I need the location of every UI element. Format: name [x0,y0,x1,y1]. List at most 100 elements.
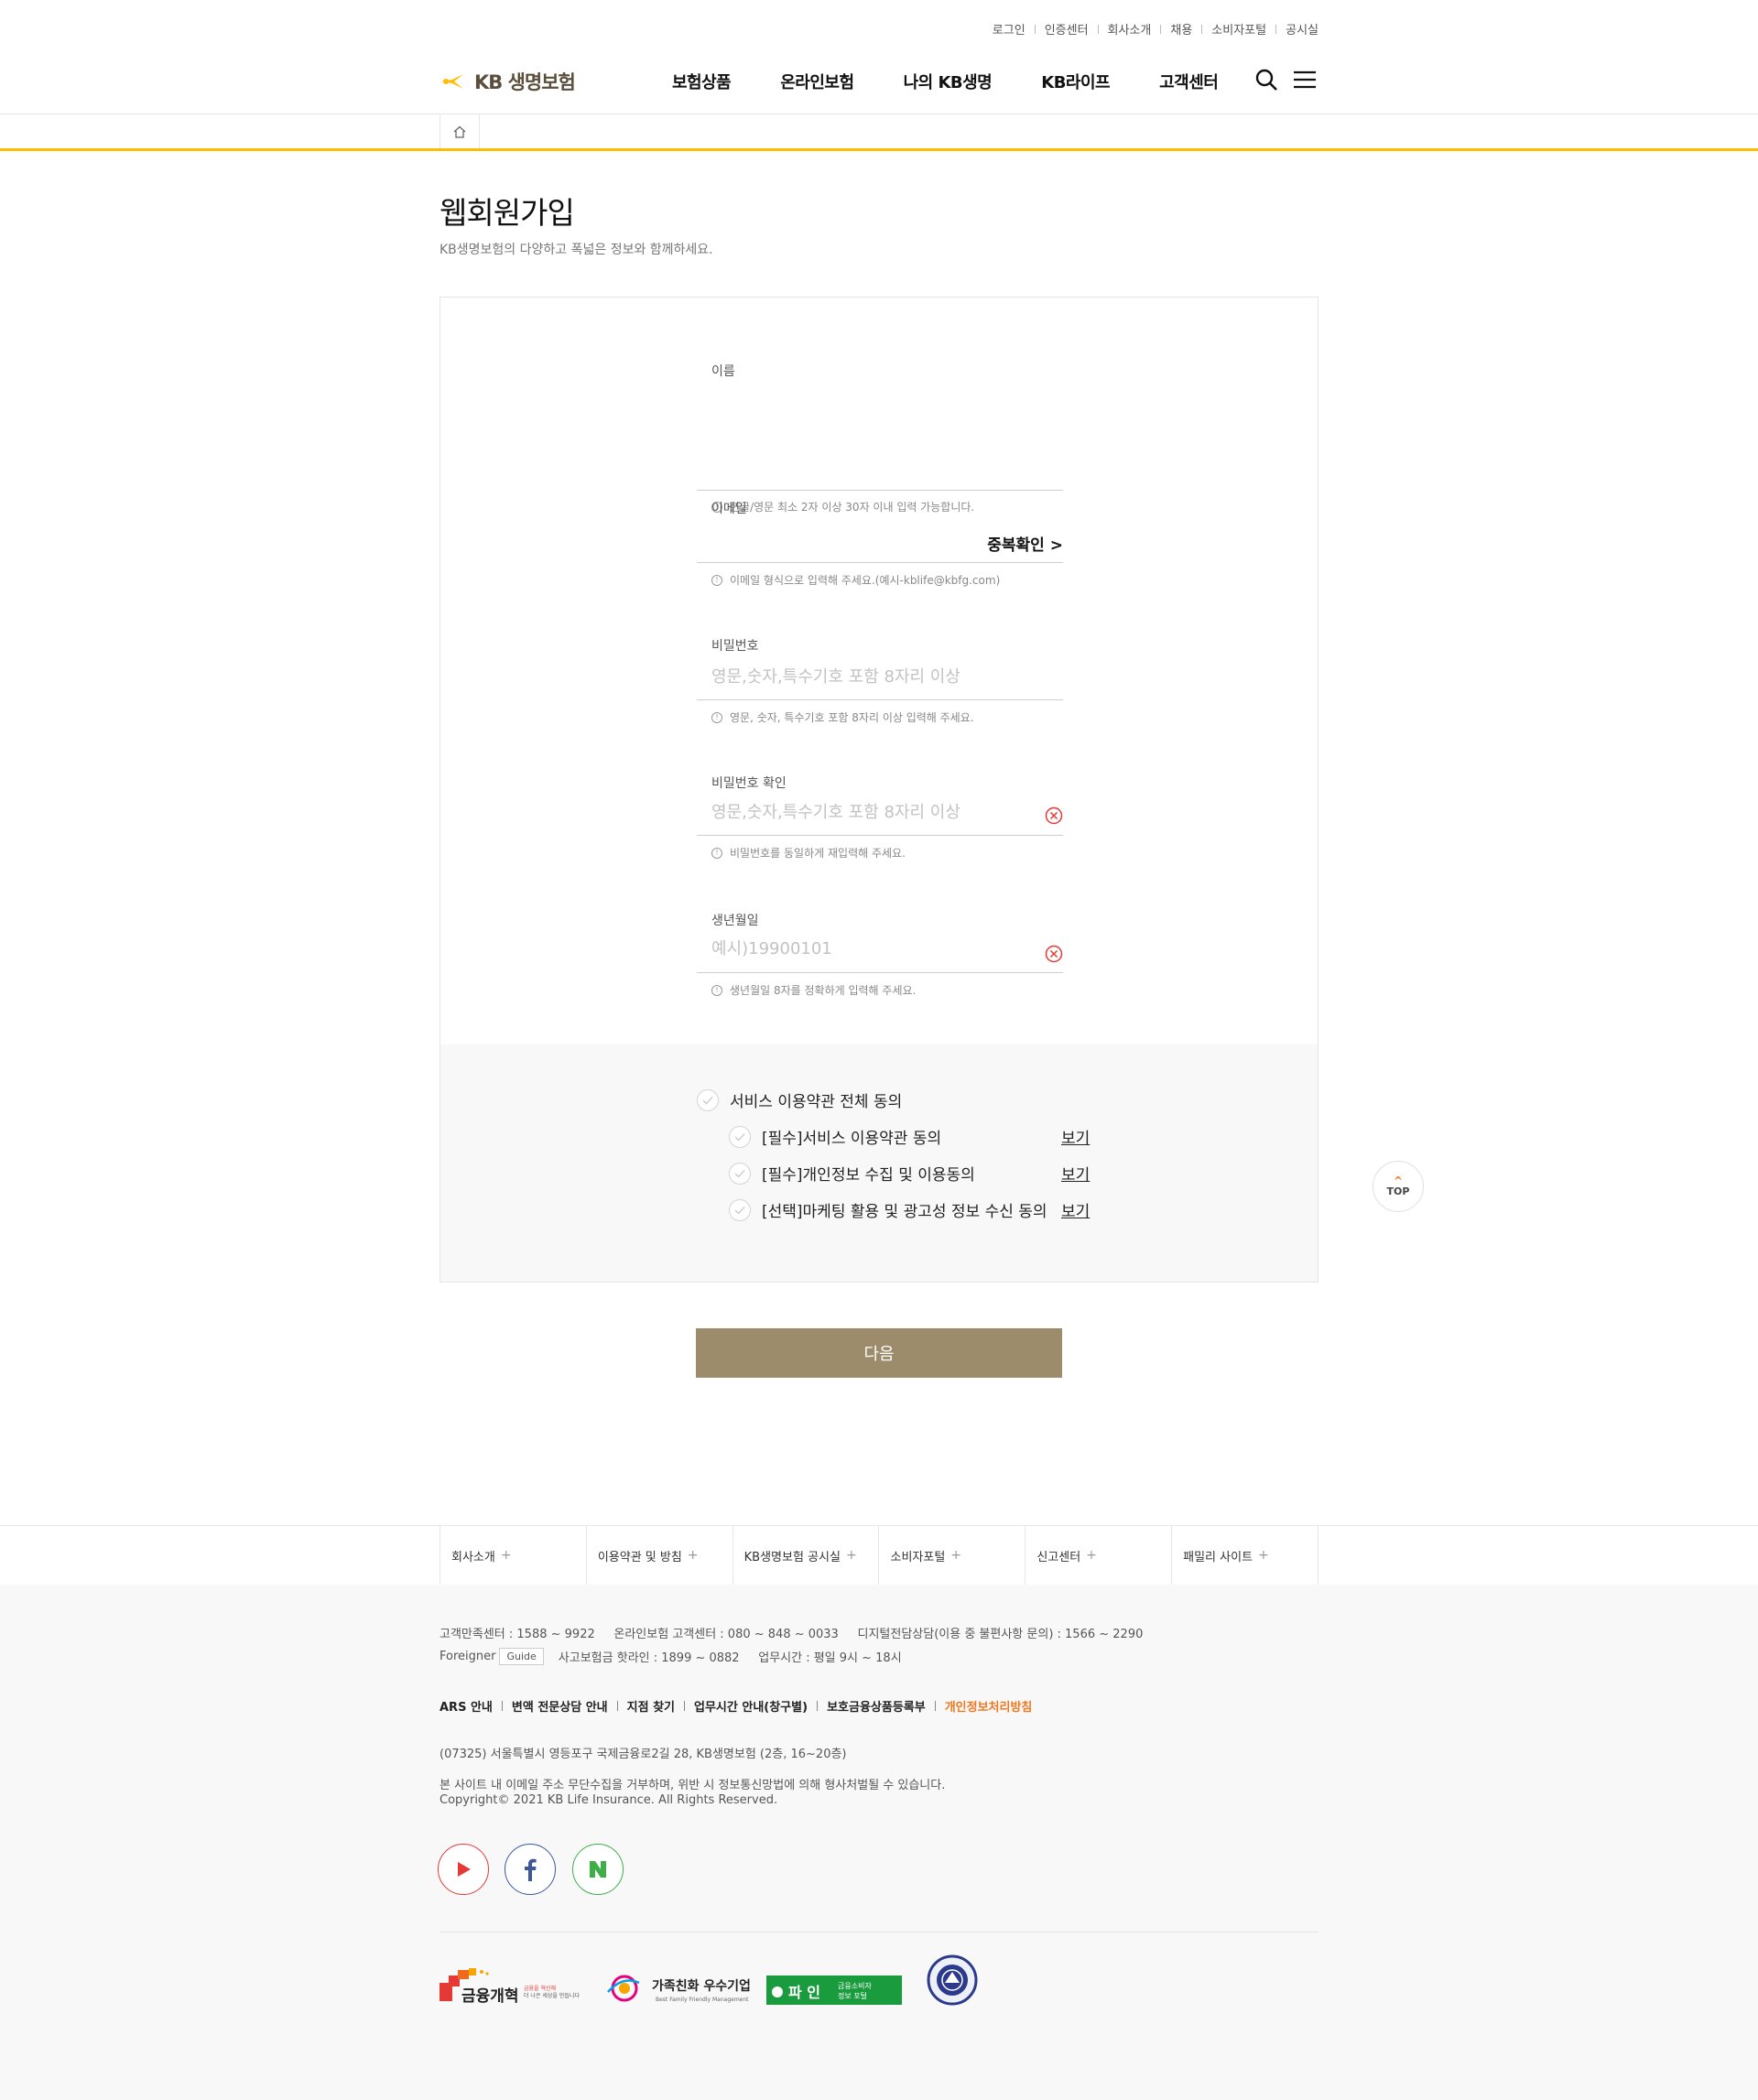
plus-icon: + [950,1548,962,1563]
nav-online-insurance[interactable]: 온라인보험 [780,70,854,93]
footer-hotline: 사고보험금 핫라인 : 1899 ~ 0882 업무시간 : 평일 9시 ~ 1… [558,1651,902,1665]
svg-text:Best Family Friendly Managemen: Best Family Friendly Management [656,1997,749,2003]
naver-icon[interactable] [572,1844,624,1895]
password-hint: ! 영문, 숫자, 특수기호 포함 8자리 이상 입력해 주세요. [711,709,974,725]
main-nav: 보험상품 온라인보험 나의 KB생명 KB라이프 고객센터 [672,70,1219,93]
footer-nav-terms[interactable]: 이용약관 및 방침 + [587,1526,733,1585]
kb-logo[interactable]: KB 생명보험 [440,68,576,95]
footer-nav-company[interactable]: 회사소개 + [440,1526,587,1585]
birth-underline [697,972,1063,973]
footer-nav: 회사소개 + 이용약관 및 방침 + KB생명보험 공시실 + 소비자포털 + 신고센터… [0,1525,1758,1585]
nav-insurance-products[interactable]: 보험상품 [672,70,732,93]
svg-text:금융을 혁신해: 금융을 혁신해 [524,1985,556,1992]
email-input[interactable] [697,523,971,557]
name-input[interactable] [697,385,1063,420]
check-icon[interactable] [729,1125,751,1148]
footer-link-protected[interactable]: 보호금융상품등록부 [827,1697,926,1715]
chevron-up-icon: ^ [1393,1174,1404,1187]
divider [1201,24,1203,34]
youtube-icon[interactable] [438,1844,489,1895]
email-field: 이메일 중복확인 > ! 이메일 형식으로 입력해 주세요.(예시-kblife@… [697,499,1063,609]
birth-input[interactable]: 예시)19900101 [711,936,832,959]
birth-hint: ! 생년월일 8자를 정확하게 입력해 주세요. [711,982,916,998]
svg-text:더 나은 세상을 만듭니다: 더 나은 세상을 만듭니다 [524,1992,580,1999]
logo-text: KB 생명보험 [474,71,576,93]
svg-text:금융소비자: 금융소비자 [838,1982,872,1990]
password-confirm-label: 비밀번호 확인 [711,776,787,791]
agree-item-marketing[interactable]: [선택]마케팅 활용 및 광고성 정보 수신 동의 보기 [729,1198,1090,1221]
util-consumer[interactable]: 소비자포털 [1211,20,1266,38]
util-login[interactable]: 로그인 [993,20,1026,38]
email-hint: ! 이메일 형식으로 입력해 주세요.(예시-kblife@kbfg.com) [711,572,1000,588]
email-label: 이메일 [711,502,747,516]
info-icon: ! [711,574,722,586]
footer-link-ars[interactable]: ARS 안내 [440,1697,493,1715]
password-confirm-input[interactable]: 영문,숫자,특수기호 포함 8자리 이상 [711,799,960,823]
divider [1034,24,1036,34]
svg-text:정보 포털: 정보 포털 [838,1991,867,2000]
clear-error-icon[interactable] [1045,945,1063,963]
facebook-icon[interactable] [505,1844,556,1895]
duplicate-check-button[interactable]: 중복확인 > [987,532,1063,555]
password-label: 비밀번호 [711,639,759,654]
plus-icon: + [1086,1548,1097,1563]
footer-nav-consumer[interactable]: 소비자포털 + [879,1526,1026,1585]
footer-link-variable[interactable]: 변액 전문상담 안내 [512,1697,608,1715]
view-terms-link[interactable]: 보기 [1061,1125,1090,1148]
footer-link-branch[interactable]: 지점 찾기 [627,1697,675,1715]
password-confirm-hint: ! 비밀번호를 동일하게 재입력해 주세요. [711,845,906,861]
view-marketing-link[interactable]: 보기 [1061,1198,1090,1221]
password-underline [697,699,1063,700]
divider [501,1701,503,1711]
divider [817,1701,819,1711]
svg-text:금융개혁: 금융개혁 [461,1986,519,2006]
birth-field: 생년월일 예시)19900101 ! 생년월일 8자를 정확하게 입력해 주세요. [697,911,1063,1021]
foreigner-guide-button[interactable]: Guide [499,1648,544,1665]
util-company[interactable]: 회사소개 [1108,20,1152,38]
menu-icon[interactable] [1293,68,1317,95]
clear-error-icon[interactable] [1045,806,1063,825]
page-description: KB생명보험의 다양하고 폭넓은 정보와 함께하세요. [440,243,713,257]
divider [1097,24,1099,34]
check-icon[interactable] [729,1198,751,1221]
util-recruit[interactable]: 채용 [1170,20,1192,38]
email-underline [697,562,1063,563]
footer-link-hours[interactable]: 업무시간 안내(창구별) [694,1697,808,1715]
divider [616,1701,618,1711]
info-icon: ! [711,711,722,723]
top-label: TOP [1386,1185,1410,1197]
search-icon[interactable] [1254,68,1278,95]
nav-customer-center[interactable]: 고객센터 [1159,70,1219,93]
footer-links: ARS 안내 변액 전문상담 안내 지점 찾기 업무시간 안내(창구별) 보호금… [440,1697,1032,1715]
check-icon[interactable] [729,1162,751,1185]
footer-contact-1: 고객만족센터 : 1588 ~ 9922 온라인보험 고객센터 : 080 ~ … [440,1628,1144,1641]
plus-icon: + [1258,1548,1269,1563]
next-button[interactable]: 다음 [696,1328,1062,1378]
util-cert[interactable]: 인증센터 [1045,20,1089,38]
util-disclosure[interactable]: 공시실 [1286,20,1318,38]
agree-item-privacy[interactable]: [필수]개인정보 수집 및 이용동의 보기 [729,1162,1090,1185]
footer-nav-report[interactable]: 신고센터 + [1026,1526,1173,1585]
name-field: 이름 ! 한글/영문 최소 2자 이상 30자 이내 입력 가능합니다. [697,362,1063,514]
agree-item-label: [필수]서비스 이용약관 동의 [762,1130,942,1148]
check-icon[interactable] [697,1088,719,1111]
plus-icon: + [500,1548,512,1563]
footer-nav-disclosure[interactable]: KB생명보험 공시실 + [733,1526,880,1585]
nav-kb-life[interactable]: KB라이프 [1041,70,1110,93]
nav-my-kb[interactable]: 나의 KB생명 [904,70,993,93]
agreement-section: 서비스 이용약관 전체 동의 [필수]서비스 이용약관 동의 보기 [필수]개인… [440,1045,1318,1282]
agree-item-terms[interactable]: [필수]서비스 이용약관 동의 보기 [729,1125,1090,1148]
name-label: 이름 [711,364,735,379]
home-icon[interactable] [440,114,480,148]
view-privacy-link[interactable]: 보기 [1061,1162,1090,1185]
footer-nav-family[interactable]: 패밀리 사이트 + [1172,1526,1318,1585]
scroll-top-button[interactable]: ^ TOP [1373,1161,1424,1212]
password-input[interactable]: 영문,숫자,특수기호 포함 8자리 이상 [711,664,960,687]
signup-form: 이름 ! 한글/영문 최소 2자 이상 30자 이내 입력 가능합니다. 이메일 … [440,297,1318,1283]
divider [684,1701,685,1711]
agree-all[interactable]: 서비스 이용약관 전체 동의 [697,1088,902,1111]
input-section: 이름 ! 한글/영문 최소 2자 이상 30자 이내 입력 가능합니다. 이메일 … [440,298,1318,1045]
footer-link-privacy[interactable]: 개인정보처리방침 [945,1697,1033,1715]
svg-text:가족친화 우수기업: 가족친화 우수기업 [652,1979,751,1994]
footer-notice: 본 사이트 내 이메일 주소 무단수집을 거부하며, 위반 시 정보통신망법에 … [440,1779,946,1792]
